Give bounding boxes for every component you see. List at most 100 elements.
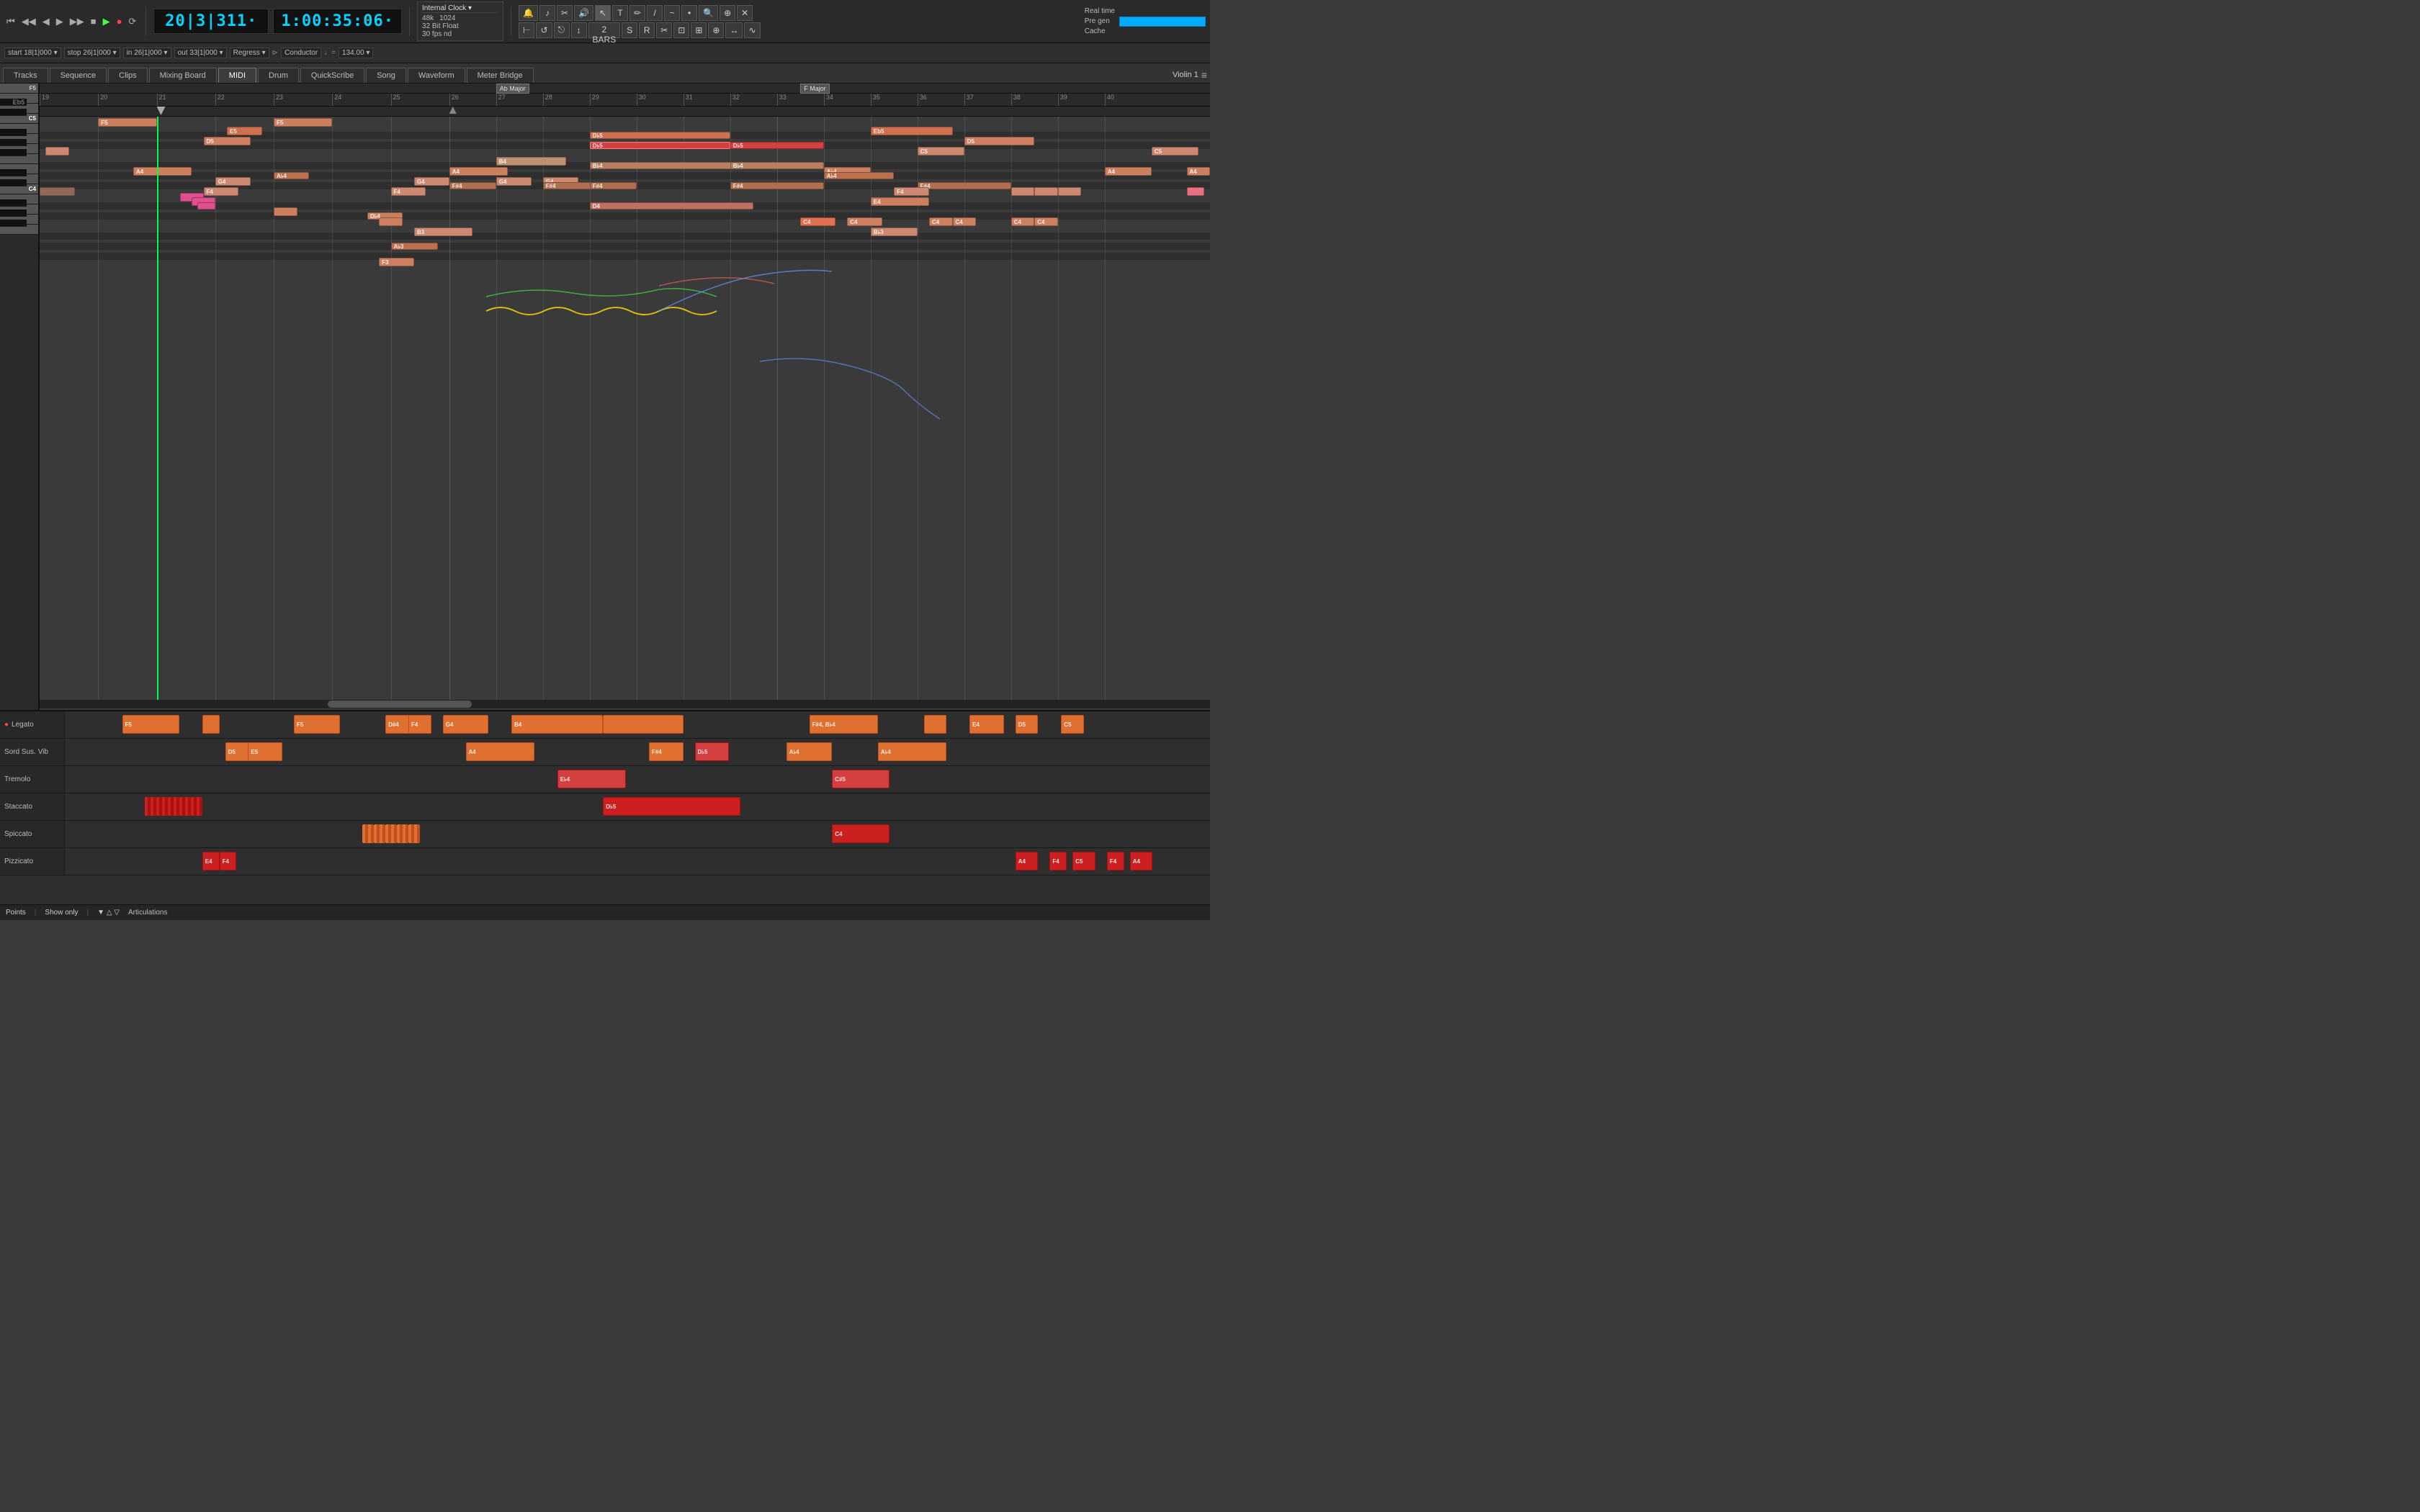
note-c4-2[interactable]: C4 xyxy=(847,217,882,226)
sord-track[interactable]: D5 E5 A4 F#4 D♭5 D♭5 A♭4 A♭4 xyxy=(65,739,1210,765)
back-btn[interactable]: ◀ xyxy=(40,14,52,29)
legato-note-7[interactable]: B4 xyxy=(511,715,603,734)
tab-tracks[interactable]: Tracks xyxy=(3,68,48,83)
note-a4-4[interactable]: A4 xyxy=(1105,167,1152,176)
note-a4-2[interactable]: A4 xyxy=(449,167,508,176)
tool-arrow[interactable]: ↕ xyxy=(571,22,587,38)
spiccato-stripe-2[interactable] xyxy=(374,824,385,843)
horizontal-scrollbar[interactable] xyxy=(40,700,1210,708)
note-f4-pink[interactable] xyxy=(1187,187,1204,196)
tab-mixing[interactable]: Mixing Board xyxy=(149,68,217,83)
rewind-btn[interactable]: ◀◀ xyxy=(19,14,38,29)
note-c4-5[interactable]: C4 xyxy=(1011,217,1035,226)
tool-cursor[interactable]: ↖ xyxy=(595,5,611,21)
tab-song[interactable]: Song xyxy=(366,68,406,83)
start-position[interactable]: start 18|1|000 ▾ xyxy=(4,48,61,58)
note-ab3-1[interactable]: A♭3 xyxy=(391,243,438,250)
note-d4-big[interactable]: D4 xyxy=(590,202,754,210)
staccato-stripe-4[interactable] xyxy=(179,797,191,816)
note-b3-2[interactable]: B♭3 xyxy=(871,228,918,236)
note-a4-end[interactable]: A4 xyxy=(1187,167,1211,176)
loop-btn[interactable]: ⟳ xyxy=(126,14,138,29)
tab-clips[interactable]: Clips xyxy=(108,68,147,83)
piano-key-bb4[interactable] xyxy=(0,129,27,136)
stop-btn[interactable]: ■ xyxy=(89,14,99,28)
note-f4-small3[interactable] xyxy=(1034,187,1058,196)
tool-bars[interactable]: 2BARS xyxy=(588,22,621,38)
pizzicato-f4-3[interactable]: F4 xyxy=(1107,852,1124,870)
tremolo-note-1[interactable]: E♭4 xyxy=(557,770,626,788)
note-b3-1[interactable]: B3 xyxy=(414,228,472,236)
in-position[interactable]: in 26|1|000 ▾ xyxy=(123,48,171,58)
stop-position[interactable]: stop 26|1|000 ▾ xyxy=(64,48,120,58)
tool-merge[interactable]: ⊕ xyxy=(708,22,724,38)
note-bb4-2[interactable]: B♭4 xyxy=(730,162,824,169)
note-db5-hl[interactable]: D♭5 xyxy=(590,142,730,149)
spiccato-stripe-4[interactable] xyxy=(397,824,408,843)
note-g4-1[interactable]: G4 xyxy=(215,177,251,186)
tool-snap[interactable]: ⊡ xyxy=(673,22,689,38)
note-c4-1[interactable]: C4 xyxy=(800,217,835,226)
scrollbar-thumb[interactable] xyxy=(328,701,472,708)
tremolo-note-2[interactable]: C#5 xyxy=(832,770,889,788)
legato-note-3[interactable]: F5 xyxy=(294,715,340,734)
spiccato-stripe-1[interactable] xyxy=(362,824,374,843)
note-g4-2[interactable]: G4 xyxy=(414,177,449,186)
piano-key-eb4[interactable] xyxy=(0,169,27,176)
note-f4-small4[interactable] xyxy=(1058,187,1082,196)
sord-note-2[interactable]: E5 xyxy=(248,742,282,761)
tool-x[interactable]: ✕ xyxy=(737,5,753,21)
note-g4-3[interactable]: G4 xyxy=(496,177,532,186)
tab-midi[interactable]: MIDI xyxy=(218,68,256,83)
staccato-stripe-1[interactable] xyxy=(145,797,156,816)
note-f4-2[interactable]: F4 xyxy=(391,187,426,196)
tool-3[interactable]: ✂ xyxy=(557,5,573,21)
note-fs4-3[interactable]: F#4 xyxy=(590,182,637,189)
clock-panel[interactable]: Internal Clock ▾ 48k 1024 32 Bit Float 3… xyxy=(417,1,503,41)
note-db5-2[interactable]: D♭5 xyxy=(730,142,824,149)
note-f3-1[interactable]: F3 xyxy=(379,258,414,266)
note-eb5-big[interactable]: Eb5 xyxy=(871,127,953,135)
note-a4-1[interactable]: A4 xyxy=(133,167,192,176)
play-btn[interactable]: ▶ xyxy=(101,14,112,29)
tool-dot[interactable]: • xyxy=(681,5,697,21)
tool-1[interactable]: 🔔 xyxy=(519,5,538,21)
tool-flip[interactable]: ↔ xyxy=(725,22,743,38)
tab-meter[interactable]: Meter Bridge xyxy=(467,68,534,83)
forward-btn[interactable]: ▶ xyxy=(54,14,66,29)
tempo-display[interactable]: 134.00 ▾ xyxy=(339,48,373,58)
note-f4-small1[interactable] xyxy=(40,187,75,196)
piano-key-fs4[interactable] xyxy=(0,149,27,156)
track-menu-btn[interactable]: ≡ xyxy=(1201,69,1207,81)
legato-note-12[interactable]: D5 xyxy=(1016,715,1039,734)
legato-note-10[interactable] xyxy=(924,715,947,734)
note-db4-2[interactable] xyxy=(379,217,403,226)
tool-line[interactable]: / xyxy=(647,5,663,21)
spiccato-stripe-5[interactable] xyxy=(408,824,420,843)
piano-key-ab3[interactable] xyxy=(0,210,27,217)
note-b4-1[interactable]: B4 xyxy=(496,157,567,166)
note-d5-1[interactable]: D5 xyxy=(204,137,251,145)
pizzicato-track[interactable]: E4 F4 A4 F4 C5 F4 A4 xyxy=(65,848,1210,875)
note-c5-1[interactable]: C5 xyxy=(918,147,964,156)
tool-2[interactable]: ♪ xyxy=(539,5,555,21)
note-db5-1[interactable]: D♭5 xyxy=(590,132,730,139)
note-d5-2[interactable]: D5 xyxy=(964,137,1035,145)
tool-r[interactable]: R xyxy=(639,22,655,38)
tool-zoom[interactable]: ⊕ xyxy=(720,5,735,21)
tool-wave2[interactable]: ∿ xyxy=(744,22,760,38)
note-c4-6[interactable]: C4 xyxy=(1034,217,1058,226)
legato-note-13[interactable]: C5 xyxy=(1061,715,1084,734)
note-e4-1[interactable]: E4 xyxy=(871,197,929,206)
pizzicato-f4-2[interactable]: F4 xyxy=(1049,852,1067,870)
legato-note-8[interactable] xyxy=(603,715,683,734)
points-btn[interactable]: Points xyxy=(6,909,26,917)
fast-rewind-btn[interactable]: ⏮ xyxy=(4,14,17,29)
note-c4-3[interactable]: C4 xyxy=(929,217,953,226)
regress-dropdown[interactable]: Regress ▾ xyxy=(230,48,269,58)
tool-scissors[interactable]: ✂ xyxy=(656,22,672,38)
sord-note-8[interactable]: A♭4 xyxy=(878,742,946,761)
note-fs4-4[interactable]: F#4 xyxy=(918,182,1011,189)
note-ab4-1[interactable]: A♭4 xyxy=(274,172,309,179)
staccato-stripe-3[interactable] xyxy=(168,797,179,816)
